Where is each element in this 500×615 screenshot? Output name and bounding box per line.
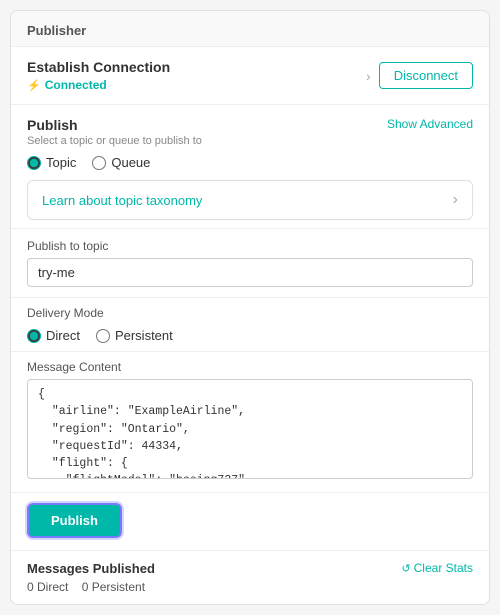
publisher-card: Publisher Establish Connection Connected…	[10, 10, 490, 605]
connection-actions: › Disconnect	[366, 62, 473, 89]
delivery-radio-group: Direct Persistent	[27, 328, 473, 343]
clear-stats-link[interactable]: ↺ Clear Stats	[401, 561, 473, 575]
taxonomy-box[interactable]: Learn about topic taxonomy ›	[27, 180, 473, 220]
disconnect-button[interactable]: Disconnect	[379, 62, 473, 89]
persistent-count: 0 Persistent	[82, 580, 145, 594]
delivery-mode-label: Delivery Mode	[27, 306, 473, 320]
topic-radio[interactable]	[27, 156, 41, 170]
connection-title: Establish Connection	[27, 59, 170, 75]
card-title: Publisher	[11, 11, 489, 47]
publish-subtitle: Select a topic or queue to publish to	[27, 135, 202, 147]
taxonomy-label: Learn about topic taxonomy	[42, 193, 202, 208]
chevron-right-icon: ›	[366, 68, 371, 84]
clear-stats-icon: ↺	[401, 562, 410, 575]
messages-published-section: Messages Published 0 Direct 0 Persistent…	[11, 551, 489, 604]
persistent-label: Persistent	[115, 328, 173, 343]
direct-label: Direct	[46, 328, 80, 343]
persistent-radio[interactable]	[96, 329, 110, 343]
stats-info: Messages Published 0 Direct 0 Persistent	[27, 561, 155, 594]
connection-header: Establish Connection Connected › Disconn…	[27, 59, 473, 92]
publish-section: Publish Select a topic or queue to publi…	[11, 105, 489, 229]
show-advanced-link[interactable]: Show Advanced	[387, 117, 473, 131]
queue-radio[interactable]	[92, 156, 106, 170]
publish-header: Publish Select a topic or queue to publi…	[27, 117, 473, 147]
establish-connection-section: Establish Connection Connected › Disconn…	[11, 47, 489, 105]
queue-radio-label[interactable]: Queue	[92, 155, 150, 170]
topic-radio-label[interactable]: Topic	[27, 155, 76, 170]
direct-radio[interactable]	[27, 329, 41, 343]
publish-info: Publish Select a topic or queue to publi…	[27, 117, 202, 147]
delivery-mode-section: Delivery Mode Direct Persistent	[11, 298, 489, 352]
direct-count: 0 Direct	[27, 580, 68, 594]
stats-values: 0 Direct 0 Persistent	[27, 580, 155, 594]
topic-queue-radio-group: Topic Queue	[27, 155, 473, 170]
messages-published-title: Messages Published	[27, 561, 155, 576]
message-content-label: Message Content	[27, 360, 473, 374]
clear-stats-label: Clear Stats	[414, 561, 473, 575]
connection-info: Establish Connection Connected	[27, 59, 170, 92]
publish-to-topic-label: Publish to topic	[27, 239, 473, 253]
taxonomy-chevron-icon: ›	[453, 191, 458, 209]
topic-label: Topic	[46, 155, 76, 170]
publish-button[interactable]: Publish	[27, 503, 122, 538]
publish-button-section: Publish	[11, 493, 489, 551]
publish-title: Publish	[27, 117, 202, 133]
publish-to-topic-section: Publish to topic	[11, 229, 489, 298]
message-content-section: Message Content { "airline": "ExampleAir…	[11, 352, 489, 493]
publish-to-topic-input[interactable]	[27, 258, 473, 287]
connected-status: Connected	[27, 78, 170, 92]
persistent-radio-label[interactable]: Persistent	[96, 328, 173, 343]
direct-radio-label[interactable]: Direct	[27, 328, 80, 343]
message-content-textarea[interactable]: { "airline": "ExampleAirline", "region":…	[27, 379, 473, 479]
queue-label: Queue	[111, 155, 150, 170]
